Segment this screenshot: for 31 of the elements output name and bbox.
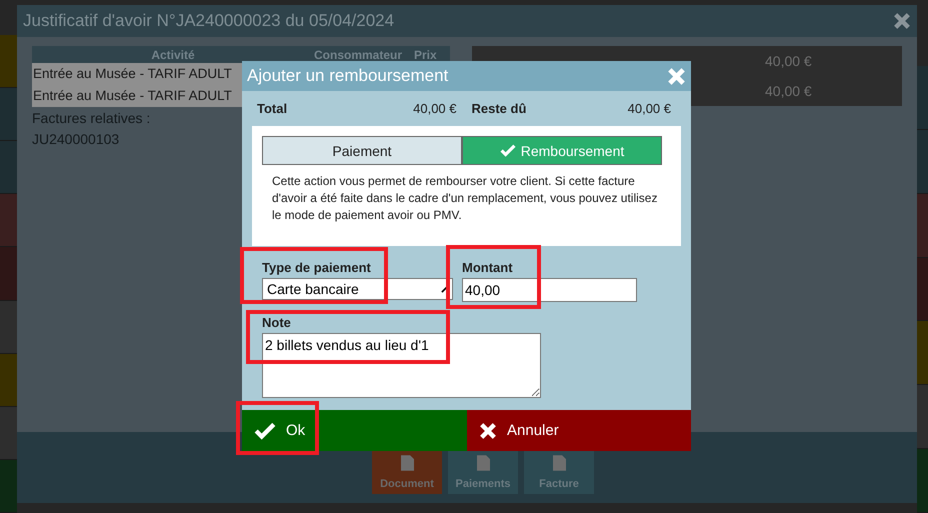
- total-amount: 40,00 €: [413, 101, 456, 116]
- total-label: Total: [257, 101, 288, 116]
- check-icon: [254, 422, 276, 440]
- mode-tab[interactable]: Paiement: [262, 136, 462, 165]
- close-icon[interactable]: [893, 12, 911, 30]
- amount-field[interactable]: 40,00: [462, 278, 637, 302]
- dialog-title: Justificatif d'avoir N°JA240000023 du 05/04/2024: [23, 11, 394, 31]
- modal-title: Ajouter un remboursement: [247, 66, 448, 86]
- summary-amount: 40,00 €: [765, 53, 812, 69]
- summary-amount: 40,00 €: [765, 83, 812, 99]
- field-label: Note: [262, 315, 292, 331]
- table-cell: Entrée au Musée - TARIF ADULT: [33, 66, 232, 81]
- ok-button[interactable]: Ok: [242, 410, 467, 451]
- related-label: Factures relatives :: [32, 109, 150, 128]
- document-icon: [476, 455, 490, 471]
- check-icon: [500, 144, 516, 157]
- column-header: Prix: [414, 48, 438, 62]
- document-icon: [552, 455, 566, 471]
- note-field[interactable]: 2 billets vendus au lieu d'1: [262, 333, 541, 398]
- column-header: Consommateur: [314, 48, 404, 62]
- cancel-button[interactable]: Annuler: [467, 410, 691, 451]
- payment-type-dropdown[interactable]: Carte bancaire: [262, 278, 453, 300]
- description-text: Cette action vous permet de rembourser votre client. Si cette facture d'avoir a été faite dans le cadre d'un remplacement, vous pouvez utilisez le mode de paiement avoir ou PMV.: [272, 173, 658, 224]
- column-header: Activité: [150, 48, 196, 62]
- table-cell: Entrée au Musée - TARIF ADULT: [33, 88, 232, 103]
- document-icon: [400, 455, 414, 471]
- field-label: Montant: [462, 260, 514, 276]
- close-icon: [479, 422, 497, 440]
- total-label: Reste dû: [472, 101, 526, 116]
- total-amount: 40,00 €: [628, 101, 671, 116]
- field-label: Type de paiement: [262, 260, 372, 276]
